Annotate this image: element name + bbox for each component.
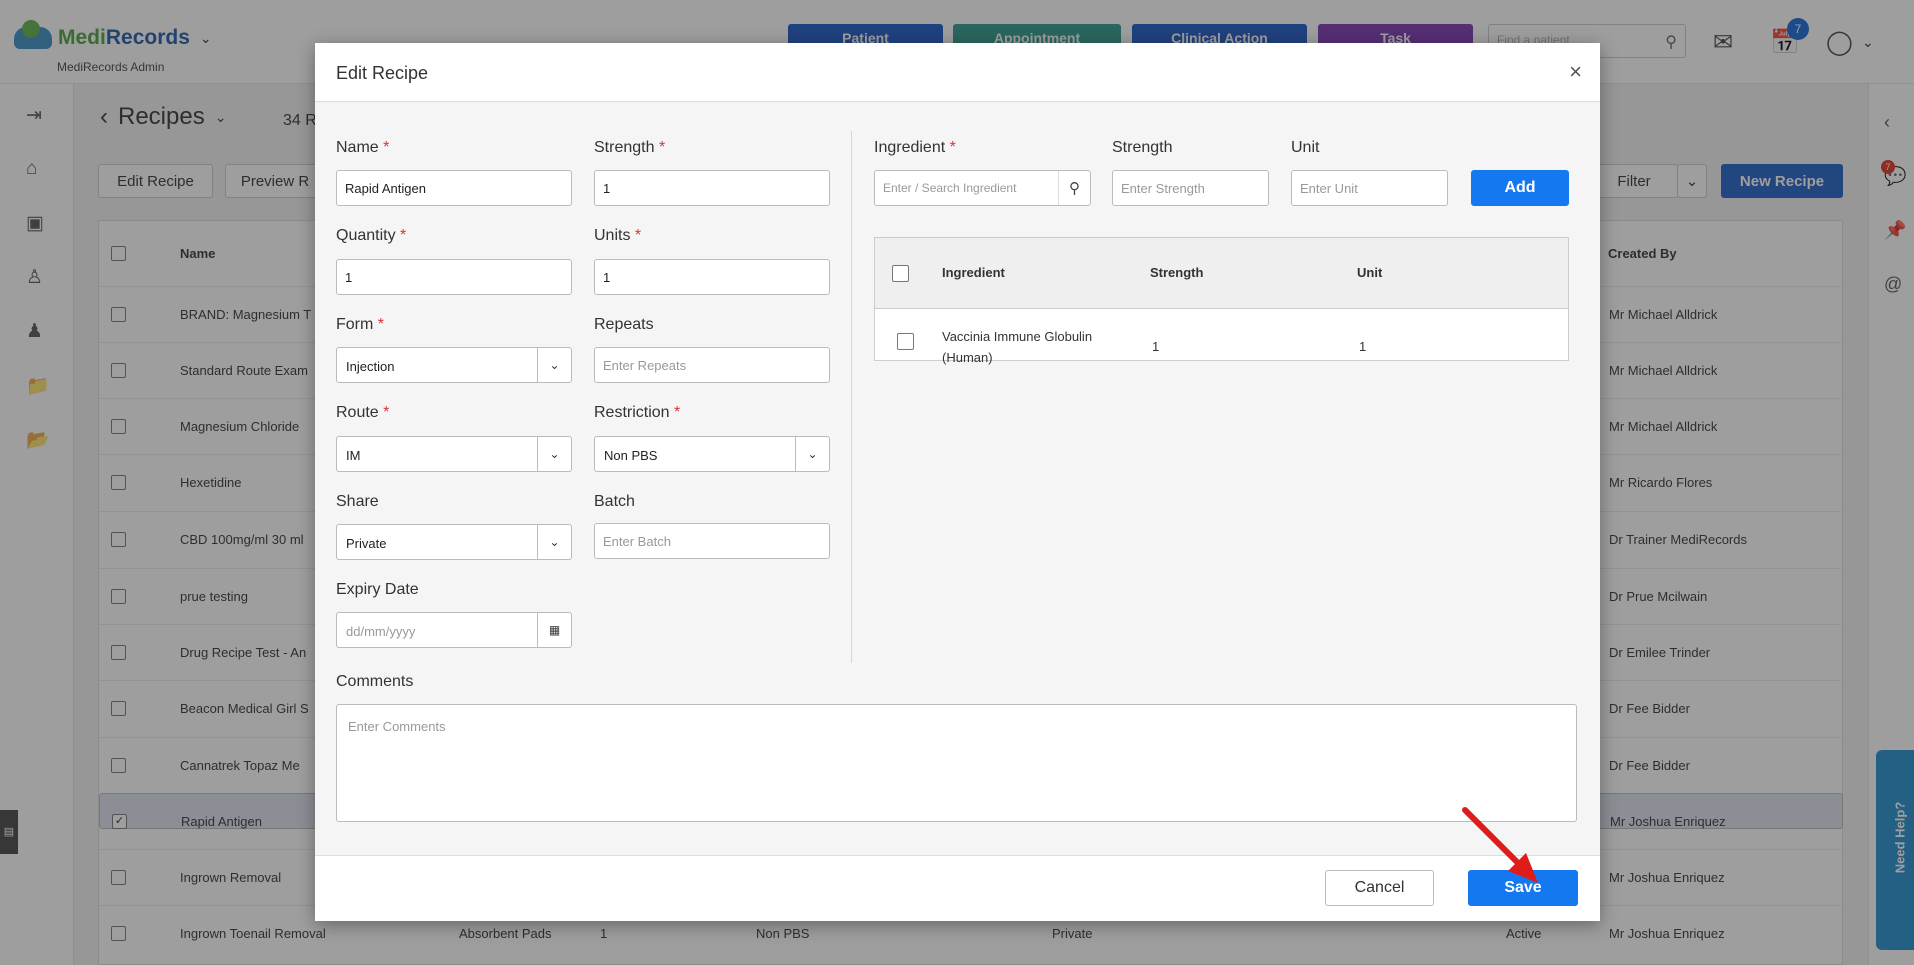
chevron-down-icon[interactable]: ⌄ xyxy=(537,437,571,471)
units-input[interactable]: 1 xyxy=(594,259,830,295)
required-marker: * xyxy=(949,139,956,156)
select-all-ingredients-checkbox[interactable] xyxy=(892,265,909,282)
restriction-select[interactable]: Non PBS ⌄ xyxy=(594,436,830,472)
quantity-label-text: Quantity xyxy=(336,227,396,244)
share-select[interactable]: Private ⌄ xyxy=(336,524,572,560)
required-marker: * xyxy=(634,227,642,244)
form-select-value: Injection xyxy=(346,359,395,374)
cancel-button[interactable]: Cancel xyxy=(1325,870,1434,906)
route-label-text: Route xyxy=(336,404,379,421)
ingredient-row-checkbox[interactable] xyxy=(897,333,914,350)
route-select[interactable]: IM ⌄ xyxy=(336,436,572,472)
batch-input[interactable]: Enter Batch xyxy=(594,523,830,559)
form-label: Form * xyxy=(336,316,384,334)
ingredient-strength-input[interactable]: Enter Strength xyxy=(1112,170,1269,206)
required-marker: * xyxy=(383,139,390,156)
name-label: Name * xyxy=(336,139,389,157)
chevron-down-icon[interactable]: ⌄ xyxy=(537,348,571,382)
ingredient-unit: 1 xyxy=(1359,339,1367,354)
repeats-input[interactable]: Enter Repeats xyxy=(594,347,830,383)
restriction-select-value: Non PBS xyxy=(604,448,658,463)
share-select-value: Private xyxy=(346,536,387,551)
app-root: MediRecords ⌄ MediRecords Admin Patient … xyxy=(0,0,1914,965)
form-select[interactable]: Injection ⌄ xyxy=(336,347,572,383)
units-label-text: Units xyxy=(594,227,631,244)
required-marker: * xyxy=(383,404,390,421)
strength-label-text: Strength xyxy=(594,139,655,156)
share-label: Share xyxy=(336,493,379,510)
restriction-label-text: Restriction xyxy=(594,404,670,421)
ingredient-search-placeholder: Enter / Search Ingredient xyxy=(883,181,1017,195)
chevron-down-icon[interactable]: ⌄ xyxy=(537,525,571,559)
repeats-label: Repeats xyxy=(594,316,654,333)
required-marker: * xyxy=(658,139,666,156)
comments-textarea[interactable]: Enter Comments xyxy=(336,704,1577,822)
expiry-date-placeholder: dd/mm/yyyy xyxy=(346,624,416,639)
column-divider xyxy=(851,131,852,663)
ingredients-table-header: Ingredient Strength Unit xyxy=(875,238,1568,309)
edit-recipe-modal: Edit Recipe × Name * Rapid Antigen Stren… xyxy=(315,43,1600,921)
modal-title: Edit Recipe xyxy=(336,63,429,83)
modal-header: Edit Recipe × xyxy=(315,43,1600,102)
required-marker: * xyxy=(377,316,385,333)
add-ingredient-button[interactable]: Add xyxy=(1471,170,1569,206)
route-select-value: IM xyxy=(346,448,361,463)
ingredients-header-unit: Unit xyxy=(1357,265,1383,280)
ingredient-name-line1: Vaccinia Immune Globulin xyxy=(942,329,1093,344)
ingredients-table: Ingredient Strength Unit Vaccinia Immune… xyxy=(874,237,1569,365)
ingredient-name: Vaccinia Immune Globulin (Human) xyxy=(942,326,1092,368)
search-icon[interactable]: ⚲ xyxy=(1058,171,1090,205)
ingredient-name-line2: (Human) xyxy=(942,350,993,365)
restriction-label: Restriction * xyxy=(594,404,680,422)
route-label: Route * xyxy=(336,404,389,422)
comments-label: Comments xyxy=(336,673,414,690)
strength-input[interactable]: 1 xyxy=(594,170,830,206)
calendar-icon[interactable]: ▦ xyxy=(537,613,571,647)
name-input[interactable]: Rapid Antigen xyxy=(336,170,572,206)
expiry-date-label: Expiry Date xyxy=(336,581,419,598)
ingredient-unit-input[interactable]: Enter Unit xyxy=(1291,170,1448,206)
required-marker: * xyxy=(674,404,681,421)
expiry-date-input[interactable]: dd/mm/yyyy ▦ xyxy=(336,612,572,648)
quantity-input[interactable]: 1 xyxy=(336,259,572,295)
form-label-text: Form xyxy=(336,316,374,333)
annotation-arrow-icon xyxy=(1462,807,1538,883)
units-label: Units * xyxy=(594,227,641,245)
ingredient-search-input[interactable]: Enter / Search Ingredient ⚲ xyxy=(874,170,1091,206)
required-marker: * xyxy=(400,227,407,244)
ingredient-strength-label: Strength xyxy=(1112,139,1173,156)
ingredient-strength: 1 xyxy=(1152,339,1160,354)
ingredients-header-ingredient: Ingredient xyxy=(942,265,1005,280)
chevron-down-icon[interactable]: ⌄ xyxy=(795,437,829,471)
strength-label: Strength * xyxy=(594,139,665,157)
ingredients-header-strength: Strength xyxy=(1150,265,1204,280)
modal-footer: Cancel Save xyxy=(315,855,1600,921)
quantity-label: Quantity * xyxy=(336,227,406,245)
batch-label: Batch xyxy=(594,493,635,510)
ingredient-label-text: Ingredient xyxy=(874,139,946,156)
ingredient-label: Ingredient * xyxy=(874,139,956,157)
ingredient-unit-label: Unit xyxy=(1291,139,1320,156)
close-icon[interactable]: × xyxy=(1569,59,1582,85)
name-label-text: Name xyxy=(336,139,379,156)
